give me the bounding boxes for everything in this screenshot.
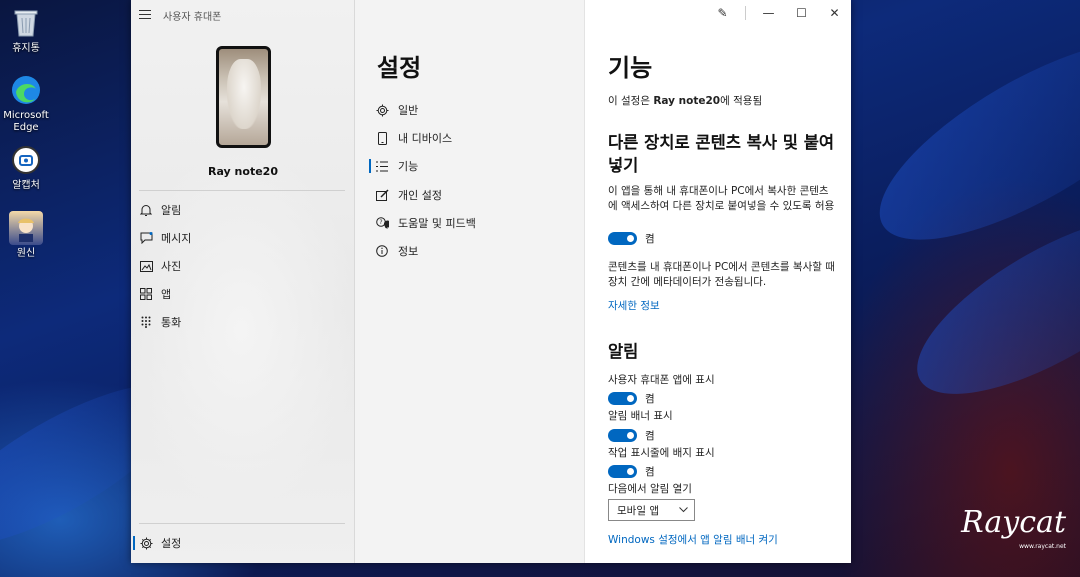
show-in-app-toggle[interactable] (608, 392, 637, 405)
photo-icon (139, 259, 153, 273)
show-in-app-label: 사용자 휴대폰 앱에 표시 (608, 374, 715, 386)
badge-label: 작업 표시줄에 배지 표시 (608, 447, 715, 459)
gear-icon (375, 103, 389, 117)
svg-text:?: ? (379, 219, 382, 226)
notifications-heading: 알림 (608, 342, 639, 361)
device-name: Ray note20 (208, 165, 278, 178)
nav-label: 메시지 (161, 232, 192, 245)
divider (139, 190, 345, 191)
desktop-icon-label: 알캡처 (12, 180, 40, 191)
toggle-state-label: 켬 (645, 393, 655, 405)
settings-nav-pane: 설정 일반 내 디바이스 기능 개인 설정 ? 도움말 및 피드백 정보 (355, 0, 585, 563)
minimize-button[interactable]: — (752, 1, 785, 25)
more-info-link[interactable]: 자세한 정보 (608, 298, 660, 313)
paint-icon (375, 188, 389, 202)
edge-icon (9, 73, 43, 107)
copy-paste-toggle[interactable] (608, 232, 637, 245)
banner-label: 알림 배너 표시 (608, 410, 673, 422)
settings-item-my-device[interactable]: 내 디바이스 (375, 127, 452, 149)
windows-settings-link[interactable]: Windows 설정에서 앱 알림 배너 켜기 (608, 532, 778, 547)
nav-label: 설정 (161, 537, 182, 550)
settings-item-label: 정보 (398, 245, 419, 258)
desktop-icon-recycle-bin[interactable]: 휴지통 (0, 6, 54, 55)
settings-item-label: 기능 (398, 160, 419, 173)
settings-item-general[interactable]: 일반 (375, 99, 418, 121)
genshin-icon (9, 211, 43, 245)
info-icon (375, 244, 389, 258)
copy-paste-description: 이 앱을 통해 내 휴대폰이나 PC에서 복사한 콘텐츠에 액세스하여 다른 장… (608, 185, 835, 212)
raycat-watermark: Raycat www.raycat.net (961, 508, 1066, 559)
nav-item-apps[interactable]: 앱 (139, 283, 171, 305)
settings-item-label: 개인 설정 (398, 189, 442, 202)
features-pane: ✎ — ☐ ✕ 기능 이 설정은 Ray note20에 적용됨 다른 장치로 … (585, 0, 851, 563)
banner-toggle-row: 켬 (608, 428, 655, 443)
nav-label: 사진 (161, 260, 182, 273)
pen-icon[interactable]: ✎ (706, 1, 739, 25)
open-in-dropdown[interactable]: 모바일 앱 (608, 499, 695, 521)
phone-link-window: 사용자 휴대폰 Ray note20 알림 메시지 사진 앱 통화 설정 설정 … (131, 0, 851, 563)
bell-icon (139, 203, 153, 217)
desktop-icon-genshin[interactable]: 원신 (0, 211, 54, 260)
nav-item-notifications[interactable]: 알림 (139, 199, 181, 221)
badge-toggle[interactable] (608, 465, 637, 478)
close-button[interactable]: ✕ (818, 1, 851, 25)
settings-title: 설정 (377, 54, 422, 82)
settings-item-help-feedback[interactable]: ? 도움말 및 피드백 (375, 212, 476, 234)
features-title: 기능 (608, 54, 653, 82)
dropdown-value: 모바일 앱 (617, 504, 659, 517)
gear-icon (139, 536, 153, 550)
settings-item-personalization[interactable]: 개인 설정 (375, 184, 442, 206)
nav-item-messages[interactable]: 메시지 (139, 227, 191, 249)
nav-item-settings[interactable]: 설정 (132, 532, 182, 554)
applied-device-name: Ray note20 (653, 95, 721, 107)
settings-item-about[interactable]: 정보 (375, 240, 418, 262)
recycle-bin-icon (9, 6, 43, 40)
phone-icon (375, 131, 389, 145)
toggle-state-label: 켬 (645, 233, 655, 245)
titlebar-controls: ✎ — ☐ ✕ (706, 0, 851, 26)
desktop-icon-label: Microsoft Edge (3, 110, 49, 133)
settings-item-label: 도움말 및 피드백 (398, 217, 476, 230)
chevron-down-icon (679, 507, 688, 513)
nav-label: 통화 (161, 316, 182, 329)
alcapture-icon (9, 143, 43, 177)
badge-toggle-row: 켬 (608, 464, 655, 479)
toggle-state-label: 켬 (645, 430, 655, 442)
copy-paste-toggle-row: 켬 (608, 231, 655, 246)
apps-icon (139, 287, 153, 301)
applied-to-text: 이 설정은 Ray note20에 적용됨 (608, 95, 763, 107)
desktop-icon-alcapture[interactable]: 알캡처 (0, 143, 54, 192)
nav-item-calls[interactable]: 통화 (139, 311, 181, 333)
list-icon (375, 159, 389, 173)
metadata-description: 콘텐츠를 내 휴대폰이나 PC에서 콘텐츠를 복사할 때 장치 간에 메타데이터… (608, 261, 835, 288)
left-pane: 사용자 휴대폰 Ray note20 알림 메시지 사진 앱 통화 설정 (131, 0, 355, 563)
maximize-button[interactable]: ☐ (785, 1, 818, 25)
nav-label: 앱 (161, 288, 172, 301)
desktop-icon-label: 휴지통 (12, 43, 40, 54)
desktop-icon-edge[interactable]: Microsoft Edge (0, 73, 54, 134)
show-in-app-toggle-row: 켬 (608, 391, 655, 406)
nav-item-photos[interactable]: 사진 (139, 255, 181, 277)
message-icon (139, 231, 153, 245)
settings-item-features[interactable]: 기능 (368, 155, 419, 177)
settings-item-label: 일반 (398, 104, 419, 117)
desktop-icon-label: 원신 (16, 248, 36, 259)
phone-preview-image (216, 46, 271, 148)
divider (139, 523, 345, 524)
hamburger-menu-icon[interactable] (139, 10, 151, 19)
toggle-state-label: 켬 (645, 466, 655, 478)
dialpad-icon (139, 315, 153, 329)
settings-item-label: 내 디바이스 (398, 132, 453, 145)
banner-toggle[interactable] (608, 429, 637, 442)
copy-paste-heading: 다른 장치로 콘텐츠 복사 및 붙여넣기 (608, 133, 835, 175)
chat-icon: ? (375, 216, 389, 230)
open-in-label: 다음에서 알림 열기 (608, 483, 692, 495)
app-title: 사용자 휴대폰 (163, 12, 222, 23)
nav-label: 알림 (161, 204, 182, 217)
